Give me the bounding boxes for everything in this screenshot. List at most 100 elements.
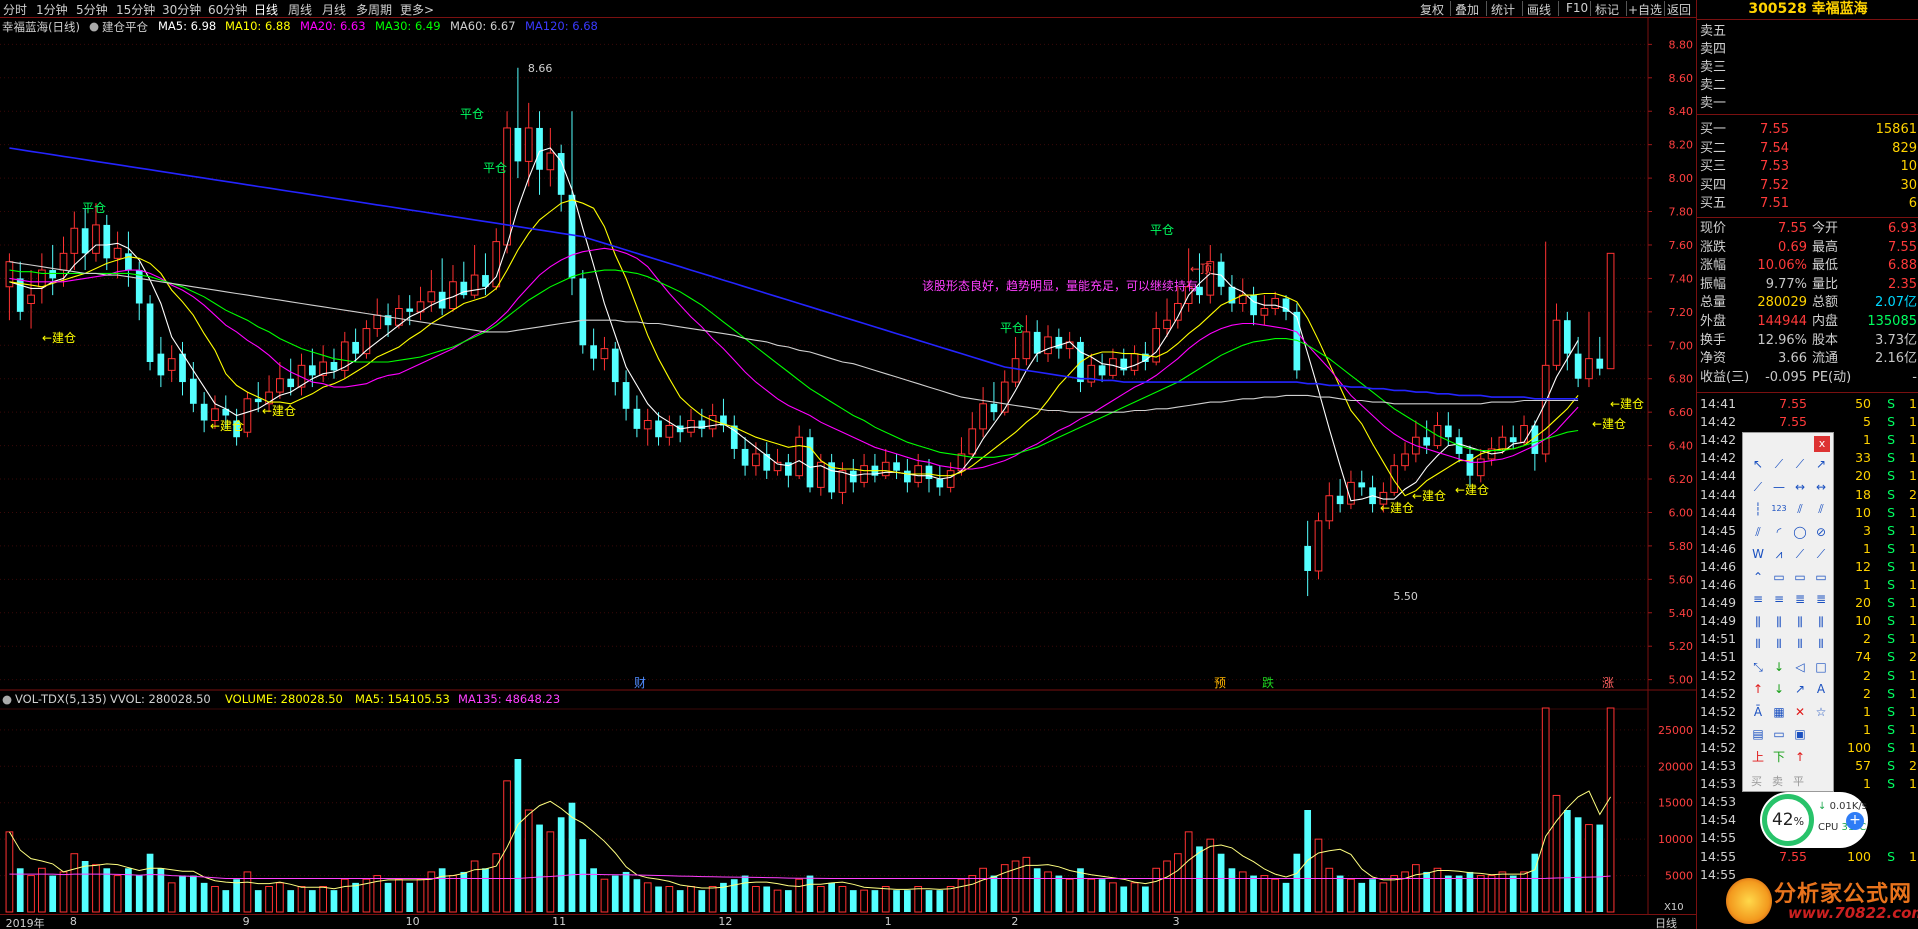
draw-tool-triangle-icon[interactable]: ◁: [1791, 658, 1809, 676]
draw-tool-cycle-icon[interactable]: ⦀: [1770, 635, 1788, 653]
draw-tool-note-icon[interactable]: ▤: [1749, 725, 1767, 743]
draw-tool-channel-icon[interactable]: ⫽: [1749, 523, 1767, 541]
draw-tool-cycle-icon[interactable]: ⦀: [1791, 635, 1809, 653]
buy-level-price: 7.53: [1760, 159, 1789, 175]
system-monitor-widget[interactable]: 42% ↓ 0.01K/s CPU 31°C +: [1760, 792, 1868, 848]
percent-sign: %: [1793, 815, 1805, 828]
volume-bar: [893, 890, 900, 912]
draw-tool-fib-icon[interactable]: ⫼: [1791, 613, 1809, 631]
draw-tool-up-arrow-icon[interactable]: ↑: [1791, 748, 1809, 766]
draw-tool-trade-label[interactable]: 卖: [1772, 773, 1783, 789]
draw-tool-box-icon[interactable]: ▭: [1791, 568, 1809, 586]
price-tick-label: 6.20: [1669, 473, 1694, 486]
draw-tool-segment-icon[interactable]: ⟋: [1749, 478, 1767, 496]
build-position-signal: ←建仓: [1592, 417, 1626, 431]
volume-bar: [297, 886, 306, 913]
volume-bar: [1520, 871, 1528, 913]
candle-body: [514, 127, 522, 162]
top-signal: ←顶: [1190, 262, 1212, 276]
draw-tool-cycle-icon[interactable]: ⦀: [1812, 635, 1830, 653]
draw-tool-horizontal-line-icon[interactable]: —: [1770, 478, 1788, 496]
draw-tool-box-icon[interactable]: ▭: [1770, 568, 1788, 586]
stat-label: 涨幅: [1700, 258, 1727, 274]
tick-direction: S: [1887, 703, 1895, 719]
draw-tool-gann-icon[interactable]: ≣: [1812, 590, 1830, 608]
kline-chart[interactable]: 8.80 8.60 8.40 8.20 8.00 7.80 7.60 7.40 7.20 7.00…: [0, 0, 1696, 929]
draw-tool-parallel-icon[interactable]: ↔: [1791, 478, 1809, 496]
candle-body: [1520, 425, 1528, 443]
draw-tool-gann-icon[interactable]: ≡: [1749, 590, 1767, 608]
plus-icon[interactable]: +: [1846, 812, 1864, 830]
draw-tool-gann-icon[interactable]: ≡: [1770, 590, 1788, 608]
volume-bar: [460, 871, 468, 912]
candle-body: [849, 470, 857, 483]
stat-label: 收益(三): [1700, 369, 1750, 385]
stat-label: 流通: [1812, 351, 1839, 367]
volume-bar: [438, 868, 446, 912]
draw-tool-down-arrow-icon[interactable]: ↓: [1770, 658, 1788, 676]
quote-stat-row: 现价 7.55 今开 6.93: [1697, 219, 1918, 239]
draw-tool-text-icon[interactable]: Ā: [1749, 703, 1767, 721]
tick-direction: S: [1887, 540, 1895, 556]
draw-tool-down-arrow-icon[interactable]: ↓: [1770, 680, 1788, 698]
draw-tool-trade-label[interactable]: 平: [1793, 773, 1804, 789]
candle-body: [655, 420, 662, 438]
draw-tool-up-arrow-icon[interactable]: ↑: [1749, 680, 1767, 698]
draw-tool-wave-icon[interactable]: W: [1749, 545, 1767, 563]
draw-tool-vertical-line-icon[interactable]: ┆: [1749, 500, 1767, 518]
volume-bar: [222, 890, 230, 912]
draw-tool-image-icon[interactable]: ▦: [1770, 703, 1788, 721]
volume-bar: [27, 875, 35, 913]
draw-tool-wave-icon[interactable]: ⩘: [1770, 545, 1788, 563]
draw-tool-down-mark-icon[interactable]: 下: [1770, 748, 1788, 766]
draw-tool-arrow-line-icon[interactable]: ↗: [1812, 455, 1830, 473]
stock-code-name[interactable]: 300528 幸福蓝海: [1697, 0, 1918, 20]
draw-tool-screenshot-icon[interactable]: ▣: [1791, 725, 1809, 743]
draw-tool-arc-icon[interactable]: ◜: [1770, 523, 1788, 541]
draw-tool-box-icon[interactable]: ▭: [1812, 568, 1830, 586]
draw-tool-fib-icon[interactable]: ⫼: [1749, 613, 1767, 631]
candle-body: [330, 362, 338, 371]
volume-bar: [200, 882, 208, 912]
tick-volume: 3: [1863, 522, 1871, 538]
draw-tool-up-mark-icon[interactable]: 上: [1749, 748, 1767, 766]
tick-time: 14:49: [1700, 595, 1737, 611]
draw-tool-cycle-icon[interactable]: ⦀: [1749, 635, 1767, 653]
draw-tool-rise-arrow-icon[interactable]: ↗: [1791, 680, 1809, 698]
price-tick-label: 5.00: [1669, 674, 1694, 687]
quote-stat-row: 换手 12.96% 股本 3.73亿: [1697, 331, 1918, 351]
draw-tool-triangle-icon[interactable]: ⟋: [1791, 545, 1809, 563]
close-position-signal: 平仓: [483, 161, 507, 175]
tick-direction: S: [1887, 776, 1895, 792]
volume-bar: [1293, 853, 1301, 912]
time-axis-label: 10: [405, 915, 420, 928]
draw-tool-trade-label[interactable]: 买: [1751, 773, 1762, 789]
draw-tool-ray-icon[interactable]: ⟋: [1791, 455, 1809, 473]
draw-tool-number-icon[interactable]: 123: [1770, 500, 1788, 518]
draw-tool-text-icon[interactable]: A: [1812, 680, 1830, 698]
draw-tool-fib-icon[interactable]: ⫼: [1770, 613, 1788, 631]
draw-tool-line-icon[interactable]: ⟋: [1770, 455, 1788, 473]
draw-tool-channel-icon[interactable]: ⫽: [1812, 500, 1830, 518]
draw-tool-delete-icon[interactable]: ✕: [1791, 703, 1809, 721]
draw-tool-arrow-icon[interactable]: ↖: [1749, 455, 1767, 473]
tick-count: 1: [1909, 703, 1917, 719]
draw-tool-gann-icon[interactable]: ≣: [1791, 590, 1809, 608]
volume-bar: [557, 817, 565, 912]
draw-tool-triangle-icon[interactable]: ⟋: [1812, 545, 1830, 563]
volume-bar: [1390, 875, 1399, 913]
volume-bar: [92, 864, 100, 913]
draw-tool-fan-icon[interactable]: ⤡: [1749, 658, 1767, 676]
draw-tool-frame-icon[interactable]: ▭: [1770, 725, 1788, 743]
draw-tool-ellipse-icon[interactable]: ⊘: [1812, 523, 1830, 541]
buy-level-label: 买一: [1700, 122, 1727, 137]
draw-tool-double-arrow-icon[interactable]: ↔: [1812, 478, 1830, 496]
draw-tool-star-icon[interactable]: ☆: [1812, 703, 1830, 721]
draw-tool-circle-icon[interactable]: ◯: [1791, 523, 1809, 541]
close-icon[interactable]: x: [1814, 436, 1830, 452]
draw-tool-channel-icon[interactable]: ⫽: [1791, 500, 1809, 518]
draw-tool-rect-icon[interactable]: □: [1812, 658, 1830, 676]
draw-tool-fib-icon[interactable]: ⫼: [1812, 613, 1830, 631]
draw-tool-peak-icon[interactable]: ⌃: [1749, 568, 1767, 586]
volume-bar: [352, 882, 359, 912]
